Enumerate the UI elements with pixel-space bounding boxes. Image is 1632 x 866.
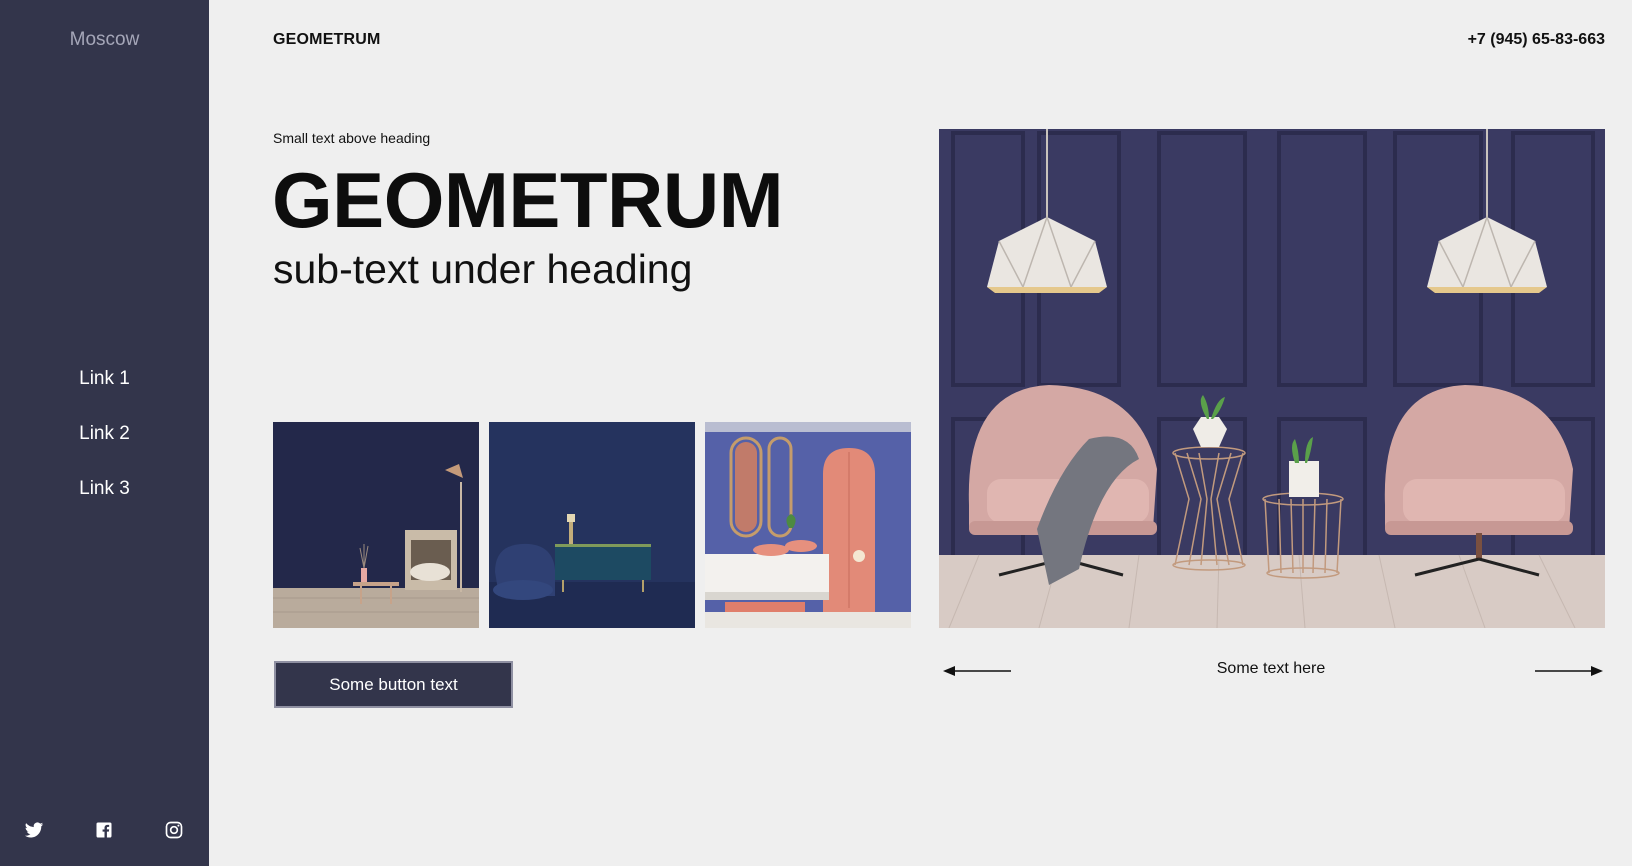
- facebook-icon[interactable]: [94, 820, 114, 840]
- hero-image-living-room: [939, 129, 1605, 628]
- slider-caption: Some text here: [1216, 660, 1326, 677]
- sidebar-nav: Link 1 Link 2 Link 3: [0, 366, 209, 531]
- arrow-right-icon[interactable]: [1535, 664, 1603, 678]
- thumbnail-bathroom-arch-door[interactable]: [705, 422, 911, 628]
- hero-subtitle: sub-text under heading: [273, 246, 693, 292]
- city-label[interactable]: Moscow: [0, 29, 209, 51]
- hero-eyebrow: Small text above heading: [273, 130, 431, 146]
- thumbnail-navy-armchair-lamp[interactable]: [273, 422, 479, 628]
- header-phone[interactable]: +7 (945) 65-83-663: [1468, 31, 1605, 49]
- twitter-icon[interactable]: [24, 820, 44, 840]
- arrow-left-icon[interactable]: [943, 664, 1011, 678]
- thumbnail-blue-room-sideboard[interactable]: [489, 422, 695, 628]
- nav-link-2[interactable]: Link 2: [0, 421, 209, 476]
- instagram-icon[interactable]: [164, 820, 184, 840]
- sidebar: Moscow Link 1 Link 2 Link 3: [0, 0, 209, 866]
- nav-link-3[interactable]: Link 3: [0, 476, 209, 531]
- social-links: [0, 820, 209, 840]
- header-logo[interactable]: GEOMETRUM: [273, 31, 381, 49]
- primary-button[interactable]: Some button text: [274, 661, 513, 708]
- hero-title: GEOMETRUM: [272, 156, 784, 244]
- nav-link-1[interactable]: Link 1: [0, 366, 209, 421]
